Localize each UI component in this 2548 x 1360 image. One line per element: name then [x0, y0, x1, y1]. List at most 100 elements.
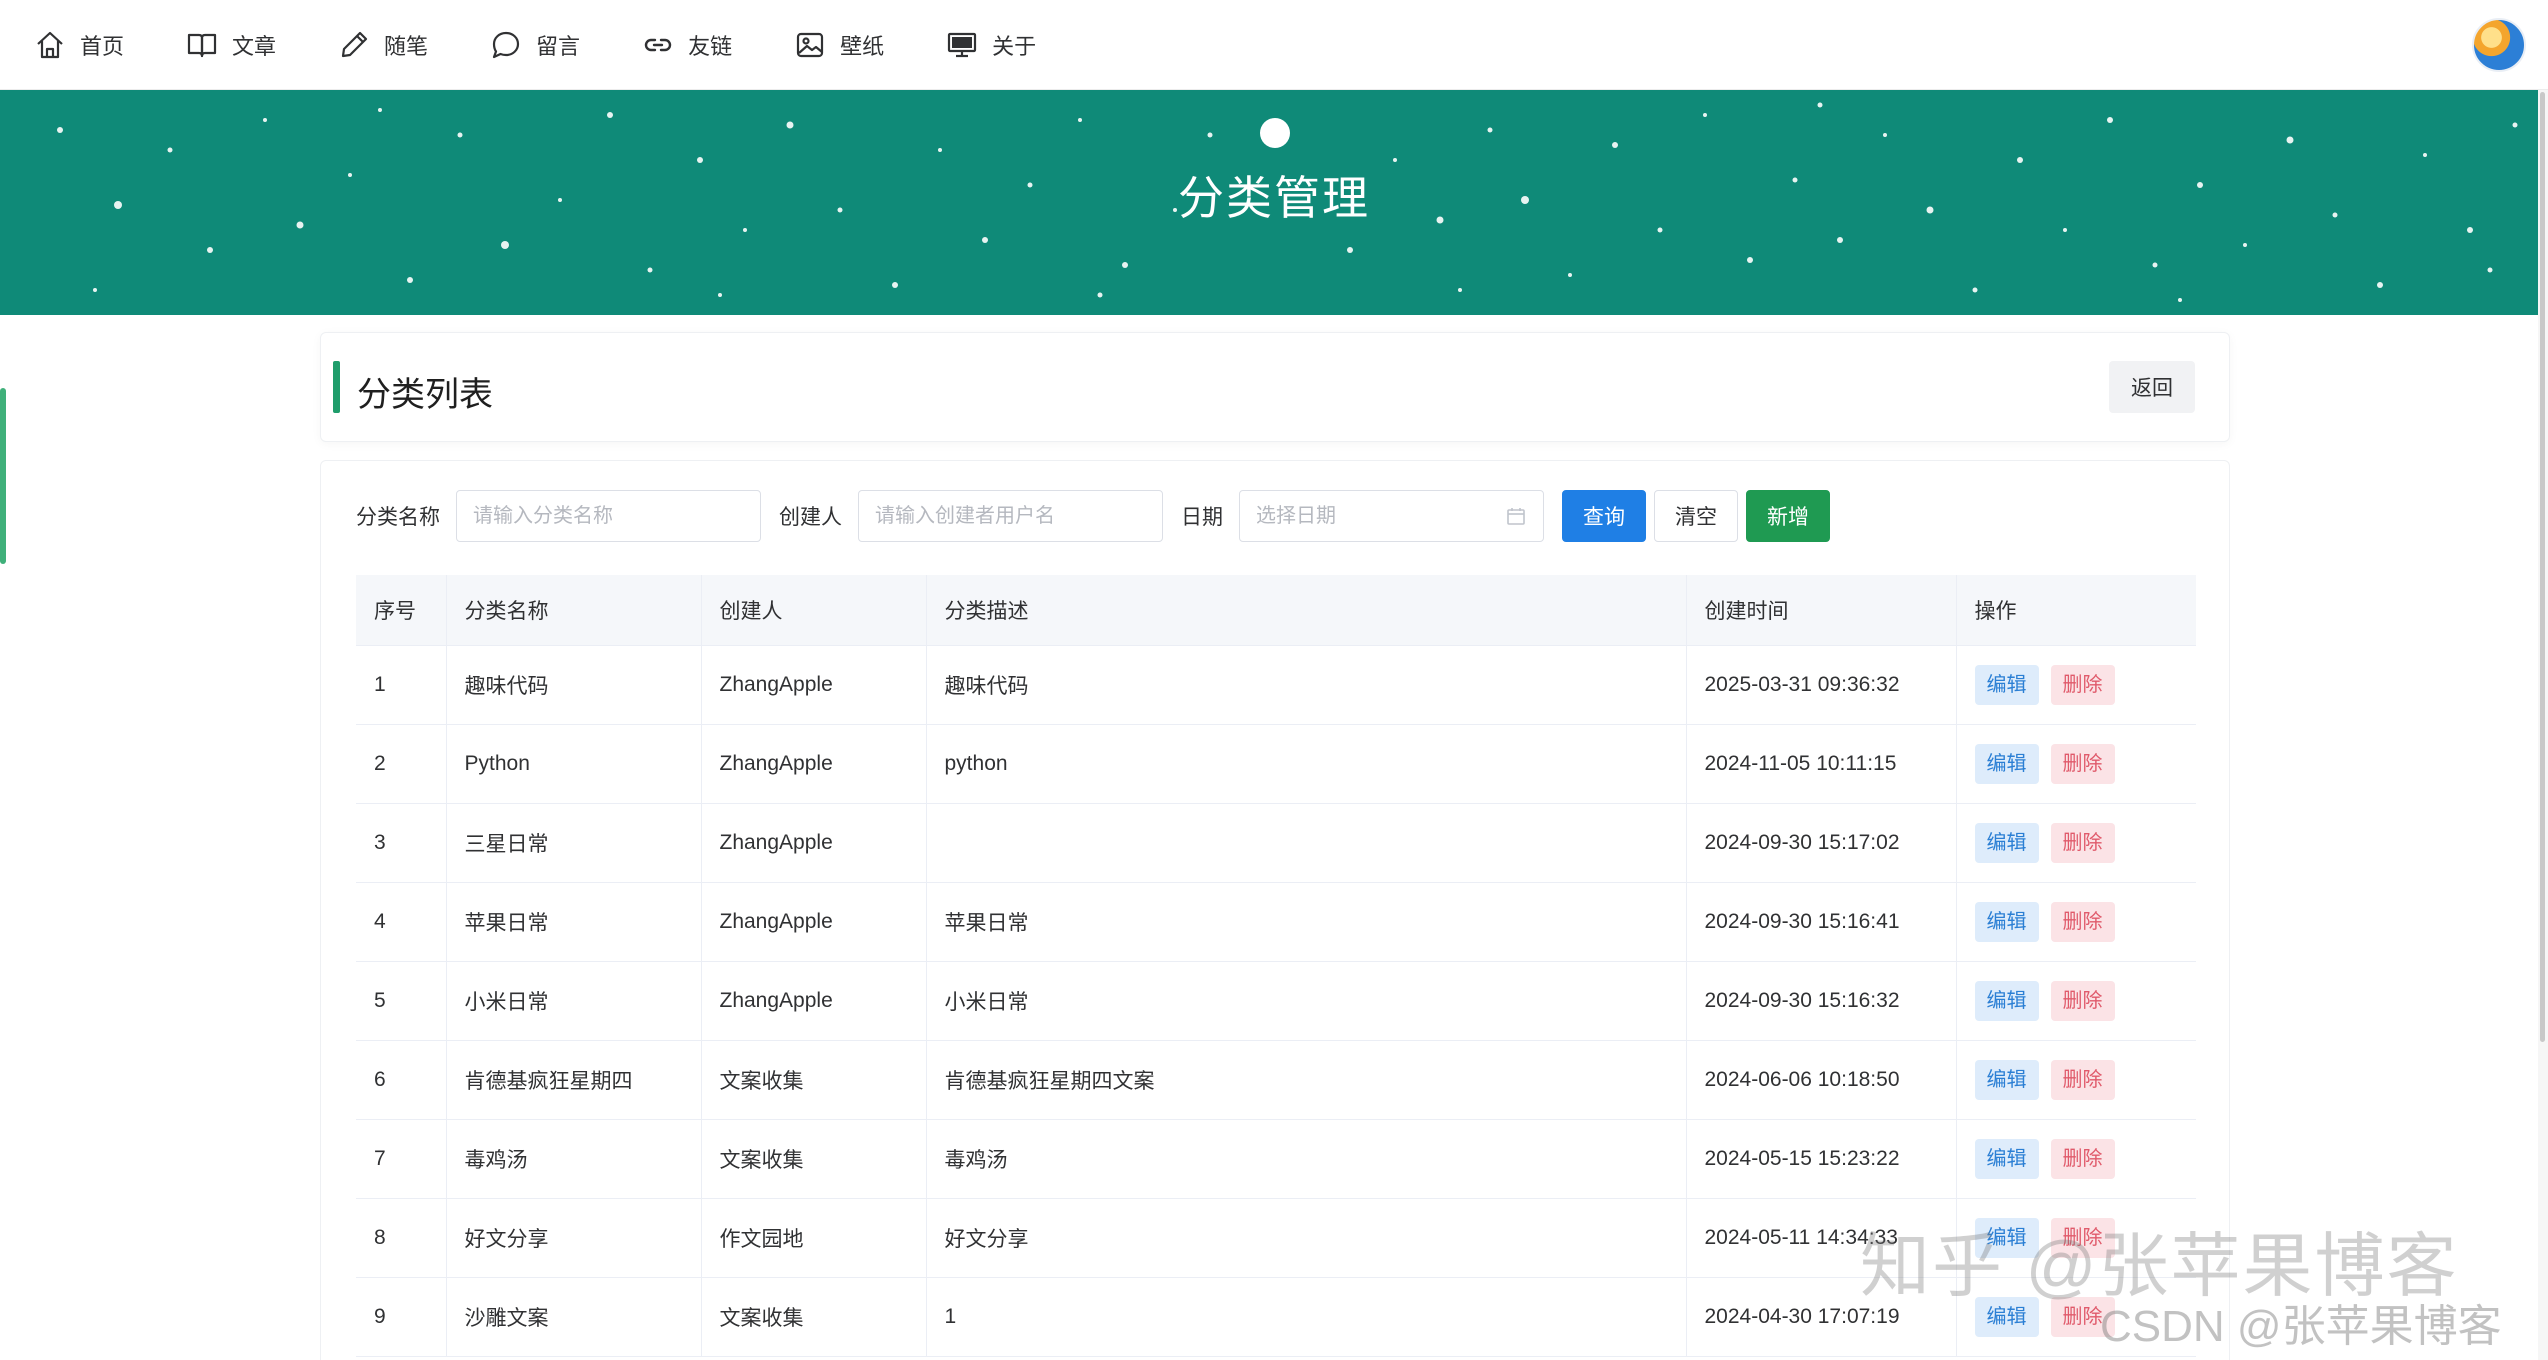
creator-label: 创建人	[779, 506, 842, 529]
cell-desc: 肯德基疯狂星期四文案	[925, 1040, 1686, 1120]
delete-button[interactable]: 删除	[2050, 664, 2115, 705]
delete-button[interactable]: 删除	[2050, 901, 2115, 942]
cell-creator[interactable]: ZhangApple	[700, 882, 926, 962]
date-picker[interactable]	[1239, 490, 1544, 542]
add-button[interactable]: 新增	[1746, 490, 1830, 542]
nav-item-essays[interactable]: 随笔	[338, 0, 428, 90]
cell-name: 沙雕文案	[445, 1277, 701, 1357]
cell-created: 2024-11-05 10:11:15	[1685, 724, 1956, 804]
cell-created: 2024-09-30 15:16:41	[1685, 882, 1956, 962]
delete-button[interactable]: 删除	[2050, 743, 2115, 784]
section-title: 分类列表	[357, 376, 493, 414]
edit-button[interactable]: 编辑	[1974, 980, 2039, 1021]
cell-created: 2024-09-30 15:16:32	[1685, 961, 1956, 1041]
table-row: 2 Python ZhangApple python 2024-11-05 10…	[356, 724, 2196, 804]
cell-name: 小米日常	[445, 961, 701, 1041]
delete-button[interactable]: 删除	[2050, 1138, 2115, 1179]
date-input[interactable]	[1239, 490, 1544, 542]
image-icon	[794, 29, 826, 61]
nav-item-messages[interactable]: 留言	[490, 0, 580, 90]
nav-item-home[interactable]: 首页	[34, 0, 124, 90]
date-label: 日期	[1181, 506, 1223, 529]
cell-created: 2024-09-30 15:17:02	[1685, 803, 1956, 883]
edit-button[interactable]: 编辑	[1974, 1059, 2039, 1100]
cell-creator[interactable]: 文案收集	[700, 1040, 926, 1120]
watermark-csdn: CSDN @张苹果博客	[2100, 1302, 2502, 1351]
nav-label: 留言	[536, 33, 581, 59]
nav-label: 壁纸	[840, 33, 885, 59]
monitor-icon	[946, 29, 978, 61]
cell-ops: 编辑 删除	[1955, 645, 2196, 725]
delete-button[interactable]: 删除	[2050, 1059, 2115, 1100]
scrollbar-thumb[interactable]	[2540, 92, 2545, 1042]
delete-button[interactable]: 删除	[2050, 822, 2115, 863]
edit-button[interactable]: 编辑	[1974, 822, 2039, 863]
edit-button[interactable]: 编辑	[1974, 664, 2039, 705]
banner-dot	[1260, 118, 1290, 148]
table-row: 1 趣味代码 ZhangApple 趣味代码 2025-03-31 09:36:…	[356, 645, 2196, 725]
cell-desc: 毒鸡汤	[925, 1119, 1686, 1199]
col-header-creator: 创建人	[700, 575, 926, 646]
clear-button[interactable]: 清空	[1654, 490, 1738, 542]
filter-bar: 分类名称 创建人 日期 查询 清空 新增	[356, 489, 1838, 543]
table-row: 4 苹果日常 ZhangApple 苹果日常 2024-09-30 15:16:…	[356, 882, 2196, 962]
cell-desc: 好文分享	[925, 1198, 1686, 1278]
col-header-name: 分类名称	[445, 575, 701, 646]
creator-input[interactable]	[858, 490, 1163, 542]
cell-index: 3	[356, 803, 446, 883]
cell-ops: 编辑 删除	[1955, 882, 2196, 962]
col-header-ops: 操作	[1955, 575, 2196, 646]
cell-index: 2	[356, 724, 446, 804]
cell-desc: 趣味代码	[925, 645, 1686, 725]
query-button[interactable]: 查询	[1562, 490, 1646, 542]
cell-created: 2024-06-06 10:18:50	[1685, 1040, 1956, 1120]
cell-creator[interactable]: ZhangApple	[700, 724, 926, 804]
back-button[interactable]: 返回	[2109, 361, 2195, 413]
cell-ops: 编辑 删除	[1955, 1040, 2196, 1120]
cell-index: 8	[356, 1198, 446, 1278]
nav-label: 文章	[232, 33, 277, 59]
nav-item-about[interactable]: 关于	[946, 0, 1036, 90]
chat-icon	[490, 29, 522, 61]
table-row: 6 肯德基疯狂星期四 文案收集 肯德基疯狂星期四文案 2024-06-06 10…	[356, 1040, 2196, 1120]
cell-name: Python	[445, 724, 701, 804]
avatar[interactable]	[2472, 18, 2526, 72]
cell-desc: 小米日常	[925, 961, 1686, 1041]
cell-creator[interactable]: 文案收集	[700, 1277, 926, 1357]
cell-name: 好文分享	[445, 1198, 701, 1278]
cell-ops: 编辑 删除	[1955, 803, 2196, 883]
cell-index: 9	[356, 1277, 446, 1357]
nav-item-wallpaper[interactable]: 壁纸	[794, 0, 884, 90]
edit-button[interactable]: 编辑	[1974, 1138, 2039, 1179]
cell-name: 三星日常	[445, 803, 701, 883]
top-navbar: 首页 文章 随笔 留言 友链 壁纸 关于	[0, 0, 2548, 90]
cell-creator[interactable]: ZhangApple	[700, 645, 926, 725]
cell-creator[interactable]: 作文园地	[700, 1198, 926, 1278]
edit-button[interactable]: 编辑	[1974, 901, 2039, 942]
book-icon	[186, 29, 218, 61]
table-row: 5 小米日常 ZhangApple 小米日常 2024-09-30 15:16:…	[356, 961, 2196, 1041]
cell-ops: 编辑 删除	[1955, 1119, 2196, 1199]
table-header-row: 序号 分类名称 创建人 分类描述 创建时间 操作	[356, 575, 2196, 646]
nav-label: 关于	[992, 33, 1037, 59]
category-name-input[interactable]	[456, 490, 761, 542]
cell-desc: python	[925, 724, 1686, 804]
cell-creator[interactable]: ZhangApple	[700, 803, 926, 883]
cell-desc	[925, 803, 1686, 883]
pen-icon	[338, 29, 370, 61]
nav-item-links[interactable]: 友链	[642, 0, 732, 90]
cell-index: 7	[356, 1119, 446, 1199]
cell-creator[interactable]: 文案收集	[700, 1119, 926, 1199]
nav-label: 首页	[80, 33, 125, 59]
home-icon	[34, 29, 66, 61]
delete-button[interactable]: 删除	[2050, 980, 2115, 1021]
cell-index: 4	[356, 882, 446, 962]
edit-button[interactable]: 编辑	[1974, 743, 2039, 784]
cell-creator[interactable]: ZhangApple	[700, 961, 926, 1041]
cell-index: 1	[356, 645, 446, 725]
nav-item-articles[interactable]: 文章	[186, 0, 276, 90]
cell-name: 苹果日常	[445, 882, 701, 962]
cell-desc: 1	[925, 1277, 1686, 1357]
table-row: 7 毒鸡汤 文案收集 毒鸡汤 2024-05-15 15:23:22 编辑 删除	[356, 1119, 2196, 1199]
cell-ops: 编辑 删除	[1955, 961, 2196, 1041]
